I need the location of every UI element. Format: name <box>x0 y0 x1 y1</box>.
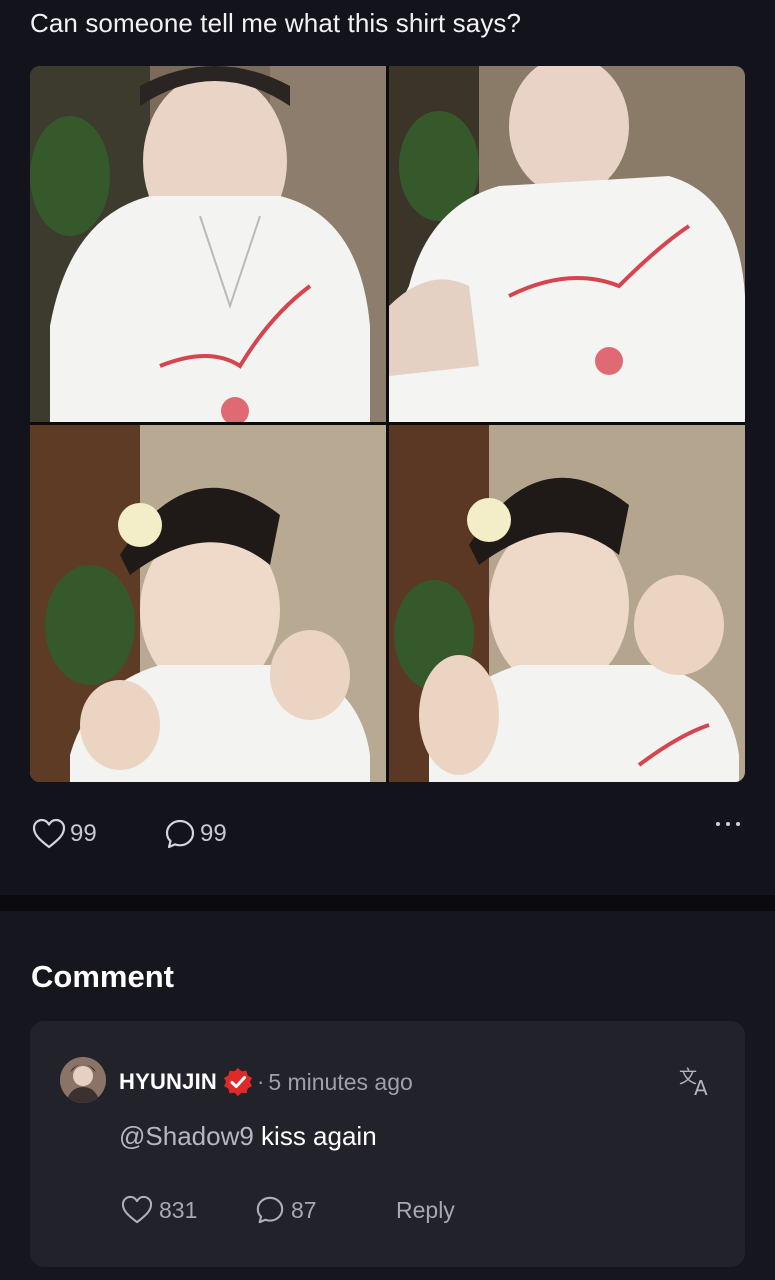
speech-bubble-icon <box>256 1196 284 1224</box>
post-text: Can someone tell me what this shirt says… <box>30 8 522 38</box>
avatar[interactable] <box>60 1057 106 1103</box>
separator: · <box>256 1069 265 1094</box>
section-divider <box>0 895 775 911</box>
comment-like-count: 831 <box>159 1196 198 1223</box>
svg-text:A: A <box>694 1076 708 1097</box>
comment-text: @Shadow9 kiss again <box>119 1121 377 1152</box>
photo-4[interactable] <box>389 425 745 782</box>
comment-button[interactable]: 99 <box>164 818 227 850</box>
post-actions: 99 99 <box>32 818 744 852</box>
comment-reply-count: 87 <box>291 1196 317 1223</box>
more-dots-icon[interactable] <box>716 822 740 826</box>
section-title: Comment <box>31 959 174 994</box>
photo-2[interactable] <box>389 66 745 422</box>
post: Can someone tell me what this shirt says… <box>0 0 775 895</box>
comment-reply-count-button[interactable]: 87 <box>255 1195 317 1225</box>
photo-grid <box>30 66 745 782</box>
reply-button[interactable]: Reply <box>396 1197 455 1224</box>
translate-icon[interactable]: 文 A <box>679 1065 713 1102</box>
comment-body-text: kiss again <box>253 1121 377 1151</box>
verified-badge-icon <box>223 1068 252 1096</box>
like-count: 99 <box>70 820 97 847</box>
comment-section: Comment HYUNJIN · 5 minutes ago 文 A @Sha… <box>0 911 775 1280</box>
heart-icon <box>32 818 66 849</box>
comment-actions: 831 87 Reply <box>121 1195 521 1225</box>
speech-bubble-icon <box>165 819 195 849</box>
comment-like-button[interactable]: 831 <box>121 1195 197 1225</box>
photo-3[interactable] <box>30 425 386 782</box>
comment-header: HYUNJIN · 5 minutes ago <box>119 1067 413 1097</box>
username[interactable]: HYUNJIN <box>119 1069 217 1095</box>
comment-card: HYUNJIN · 5 minutes ago 文 A @Shadow9 kis… <box>30 1021 745 1267</box>
comment-count: 99 <box>200 820 227 847</box>
photo-1[interactable] <box>30 66 386 422</box>
like-button[interactable]: 99 <box>32 818 97 850</box>
mention-link[interactable]: @Shadow9 <box>119 1121 254 1151</box>
timestamp: 5 minutes ago <box>268 1068 413 1095</box>
heart-icon <box>121 1195 153 1224</box>
